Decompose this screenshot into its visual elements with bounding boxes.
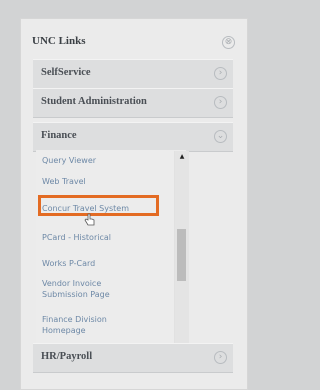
hand-cursor-icon <box>84 213 95 226</box>
section-label: SelfService <box>41 67 91 78</box>
panel-header: UNC Links ⊗ <box>32 34 235 56</box>
menu-item-finance-division-homepage[interactable]: Finance Division Homepage <box>42 314 112 336</box>
section-hr-payroll[interactable]: HR/Payroll › <box>33 343 233 373</box>
scroll-thumb[interactable] <box>177 229 186 281</box>
chevron-right-icon: › <box>214 96 227 109</box>
menu-item-web-travel[interactable]: Web Travel <box>42 176 162 187</box>
panel-title: UNC Links <box>32 35 86 47</box>
highlight-box <box>38 195 159 216</box>
section-label: Finance <box>41 130 77 141</box>
chevron-right-icon: › <box>214 351 227 364</box>
section-selfservice[interactable]: SelfService › <box>33 59 233 89</box>
section-label: Student Administration <box>41 96 147 107</box>
menu-item-pcard-historical[interactable]: PCard - Historical <box>42 232 162 243</box>
menu-item-works-pcard[interactable]: Works P-Card <box>42 258 162 269</box>
menu-item-query-viewer[interactable]: Query Viewer <box>42 155 162 166</box>
section-label: HR/Payroll <box>41 351 93 362</box>
scroll-up-arrow-icon[interactable]: ▲ <box>175 153 189 165</box>
menu-item-vendor-invoice-submission[interactable]: Vendor Invoice Submission Page <box>42 278 120 300</box>
chevron-down-icon: ⌄ <box>214 130 227 143</box>
section-student-administration[interactable]: Student Administration › <box>33 88 233 118</box>
finance-submenu: Query Viewer Web Travel Concur Travel Sy… <box>36 150 186 362</box>
collapse-icon[interactable]: ⊗ <box>222 36 235 49</box>
submenu-scrollbar[interactable]: ▲ ▼ <box>174 151 189 359</box>
chevron-right-icon: › <box>214 67 227 80</box>
section-finance[interactable]: Finance ⌄ <box>33 122 233 152</box>
